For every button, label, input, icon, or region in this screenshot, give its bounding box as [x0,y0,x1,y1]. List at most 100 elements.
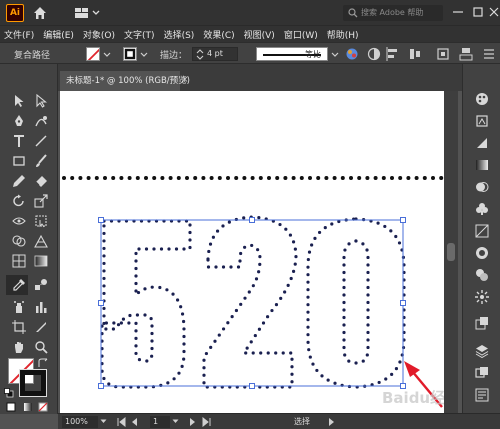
symbol-sprayer-tool-icon[interactable] [12,300,26,314]
artboard-number[interactable]: 1 [153,417,158,426]
menu-type[interactable]: 文字(T) [124,28,155,41]
chevron-down-icon[interactable] [103,52,111,57]
stroke-swatch[interactable] [123,47,137,61]
app-logo: Ai [6,4,24,22]
eraser-tool-icon[interactable] [34,174,48,188]
curvature-tool-icon[interactable] [34,114,48,128]
menu-view[interactable]: 视图(V) [244,28,275,41]
transparency-panel-icon[interactable] [475,180,489,194]
perspective-grid-tool-icon[interactable] [34,234,48,248]
symbols-panel-icon[interactable] [475,202,489,216]
scroll-thumb[interactable] [447,243,455,261]
artboard-number-field[interactable]: 1 [150,416,170,428]
selection-handles[interactable] [98,217,406,389]
slice-tool-icon[interactable] [34,320,48,334]
close-icon[interactable] [489,6,499,18]
properties-panel-icon[interactable] [475,388,489,402]
graphic-styles-icon[interactable] [475,224,489,238]
menu-effect[interactable]: 效果(C) [203,28,234,41]
brushes-panel-icon[interactable] [475,268,489,282]
digit-0-inner-outline[interactable] [342,239,370,365]
artwork[interactable]: Baidu经验 [60,91,444,413]
chevron-down-icon[interactable] [331,52,339,57]
layers-panel-icon[interactable] [475,344,489,358]
scale-tool-icon[interactable] [34,194,48,208]
width-tool-icon[interactable] [12,214,26,228]
align-panel-icon[interactable] [386,46,402,62]
menu-file[interactable]: 文件(F) [4,28,34,41]
transform-panel-icon[interactable] [407,46,423,62]
column-graph-tool-icon[interactable] [34,300,48,314]
workspace-icon[interactable] [75,7,101,19]
menu-window[interactable]: 窗口(W) [284,28,318,41]
hand-tool-icon[interactable] [12,340,26,354]
selection-tool-icon[interactable] [12,94,26,108]
stroke-color-swatch[interactable] [19,369,47,397]
menu-object[interactable]: 对象(O) [83,28,115,41]
shape-builder-tool-icon[interactable] [12,234,26,248]
stepper-arrows-icon[interactable] [196,49,204,60]
rotate-tool-icon[interactable] [12,194,26,208]
artboards-panel-icon[interactable] [475,366,489,380]
zoom-tool-icon[interactable] [34,340,48,354]
opacity-icon[interactable] [366,46,382,62]
color-mode-icons[interactable] [6,402,50,412]
free-transform-tool-icon[interactable] [34,214,48,228]
status-menu-icon[interactable] [328,417,336,427]
ratio-label: 等比 [305,50,321,59]
current-tool-status: 选择 [294,417,310,426]
object-type-label: 复合路径 [14,51,51,61]
zoom-select[interactable]: 100% [62,416,98,428]
chevron-down-icon[interactable] [100,419,107,424]
panel-menu-icon[interactable] [481,46,497,62]
stroke-weight-stepper[interactable]: 4 pt [192,47,238,61]
close-tab-button[interactable]: × [181,75,189,85]
gradient-tool-icon[interactable] [34,254,48,268]
color-panel-icon[interactable] [475,92,489,106]
home-icon[interactable] [32,5,48,21]
vertical-scrollbar[interactable] [444,91,458,413]
watermark: Baidu经验 [382,389,444,407]
pencil-tool-icon[interactable] [12,174,26,188]
digit-5-outline[interactable] [100,219,192,389]
recolor-artwork-icon[interactable] [344,46,360,62]
minimize-icon[interactable] [452,6,464,18]
artboard-tool-icon[interactable] [12,320,26,334]
isolate-icon[interactable] [435,46,451,62]
menu-select[interactable]: 选择(S) [164,28,195,41]
maximize-icon[interactable] [472,6,484,18]
type-tool-icon[interactable] [12,134,26,148]
gradient-panel-icon[interactable] [475,158,489,172]
artboard[interactable]: Baidu经验 [60,91,444,413]
swatches-panel-icon[interactable] [475,290,489,304]
fill-swatch[interactable] [86,47,100,61]
zoom-value[interactable]: 100% [65,417,88,426]
paintbrush-tool-icon[interactable] [34,154,48,168]
pen-tool-icon[interactable] [12,114,26,128]
arrange-icon[interactable] [458,46,474,62]
line-tool-icon[interactable] [34,134,48,148]
stroke-panel-icon[interactable] [475,136,489,150]
eyedropper-tool-icon[interactable] [12,278,26,292]
artboard-next-icons[interactable] [184,417,212,427]
chevron-down-icon[interactable] [140,52,148,57]
menu-edit[interactable]: 编辑(E) [43,28,74,41]
stroke-weight-value[interactable]: 4 pt [207,49,223,58]
chevron-down-icon[interactable] [172,419,179,424]
digit-2-outline[interactable] [202,215,298,389]
mesh-tool-icon[interactable] [12,254,26,268]
swap-icon[interactable] [38,358,48,368]
asset-export-icon[interactable] [475,316,489,330]
rectangle-tool-icon[interactable] [12,154,26,168]
direct-selection-tool-icon[interactable] [34,94,48,108]
default-colors-icon[interactable] [4,388,14,398]
stroke-label: 描边： [160,51,188,61]
search-input[interactable]: 搜索 Adobe 帮助 [343,5,443,21]
app-bar: Ai 搜索 Adobe 帮助 [0,0,500,26]
artboard-prev-icons[interactable] [116,417,144,427]
appearance-panel-icon[interactable] [475,246,489,260]
menu-help[interactable]: 帮助(H) [327,28,359,41]
blend-tool-icon[interactable] [34,278,48,292]
libraries-icon[interactable] [475,114,489,128]
document-tab[interactable]: 未标题-1* @ 100% (RGB/预览) [60,71,190,91]
